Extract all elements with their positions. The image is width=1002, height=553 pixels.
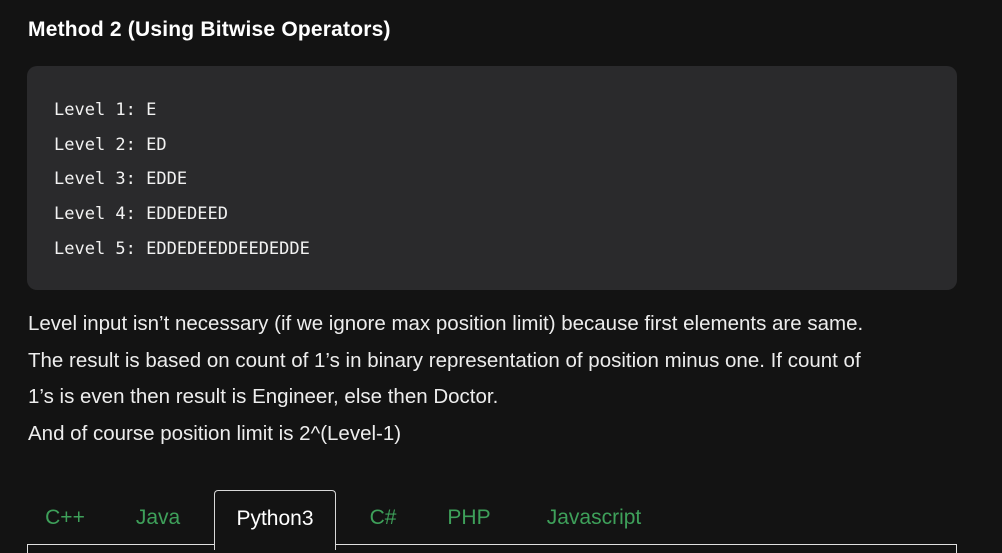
language-tabs: C++ Java Python3 C# PHP Javascript — [27, 490, 957, 553]
tab-java[interactable]: Java — [120, 490, 196, 546]
code-line: Level 3: EDDE — [54, 169, 188, 190]
description-text: Level input isn’t necessary (if we ignor… — [28, 306, 968, 452]
tab-cpp[interactable]: C++ — [27, 490, 103, 546]
code-line: Level 4: EDDEDEED — [54, 204, 228, 225]
description-line: The result is based on count of 1’s in b… — [28, 348, 861, 372]
description-line: Level input isn’t necessary (if we ignor… — [28, 312, 864, 335]
article-page: Method 2 (Using Bitwise Operators) Level… — [0, 0, 1002, 553]
code-line: Level 5: EDDEDEEDDEEDEDDE — [54, 238, 310, 259]
section-heading: Method 2 (Using Bitwise Operators) — [28, 18, 391, 41]
tab-csharp[interactable]: C# — [353, 490, 413, 546]
description-line: And of course position limit is 2^(Level… — [28, 421, 402, 445]
tab-javascript[interactable]: Javascript — [527, 490, 661, 546]
code-line: Level 2: ED — [54, 134, 167, 155]
tab-python3[interactable]: Python3 — [214, 490, 336, 550]
code-line: Level 1: E — [54, 100, 157, 120]
tab-php[interactable]: PHP — [431, 490, 507, 546]
code-block: Level 1: E Level 2: ED Level 3: EDDE Lev… — [27, 66, 957, 290]
description-line: 1’s is even then result is Engineer, els… — [28, 385, 499, 408]
